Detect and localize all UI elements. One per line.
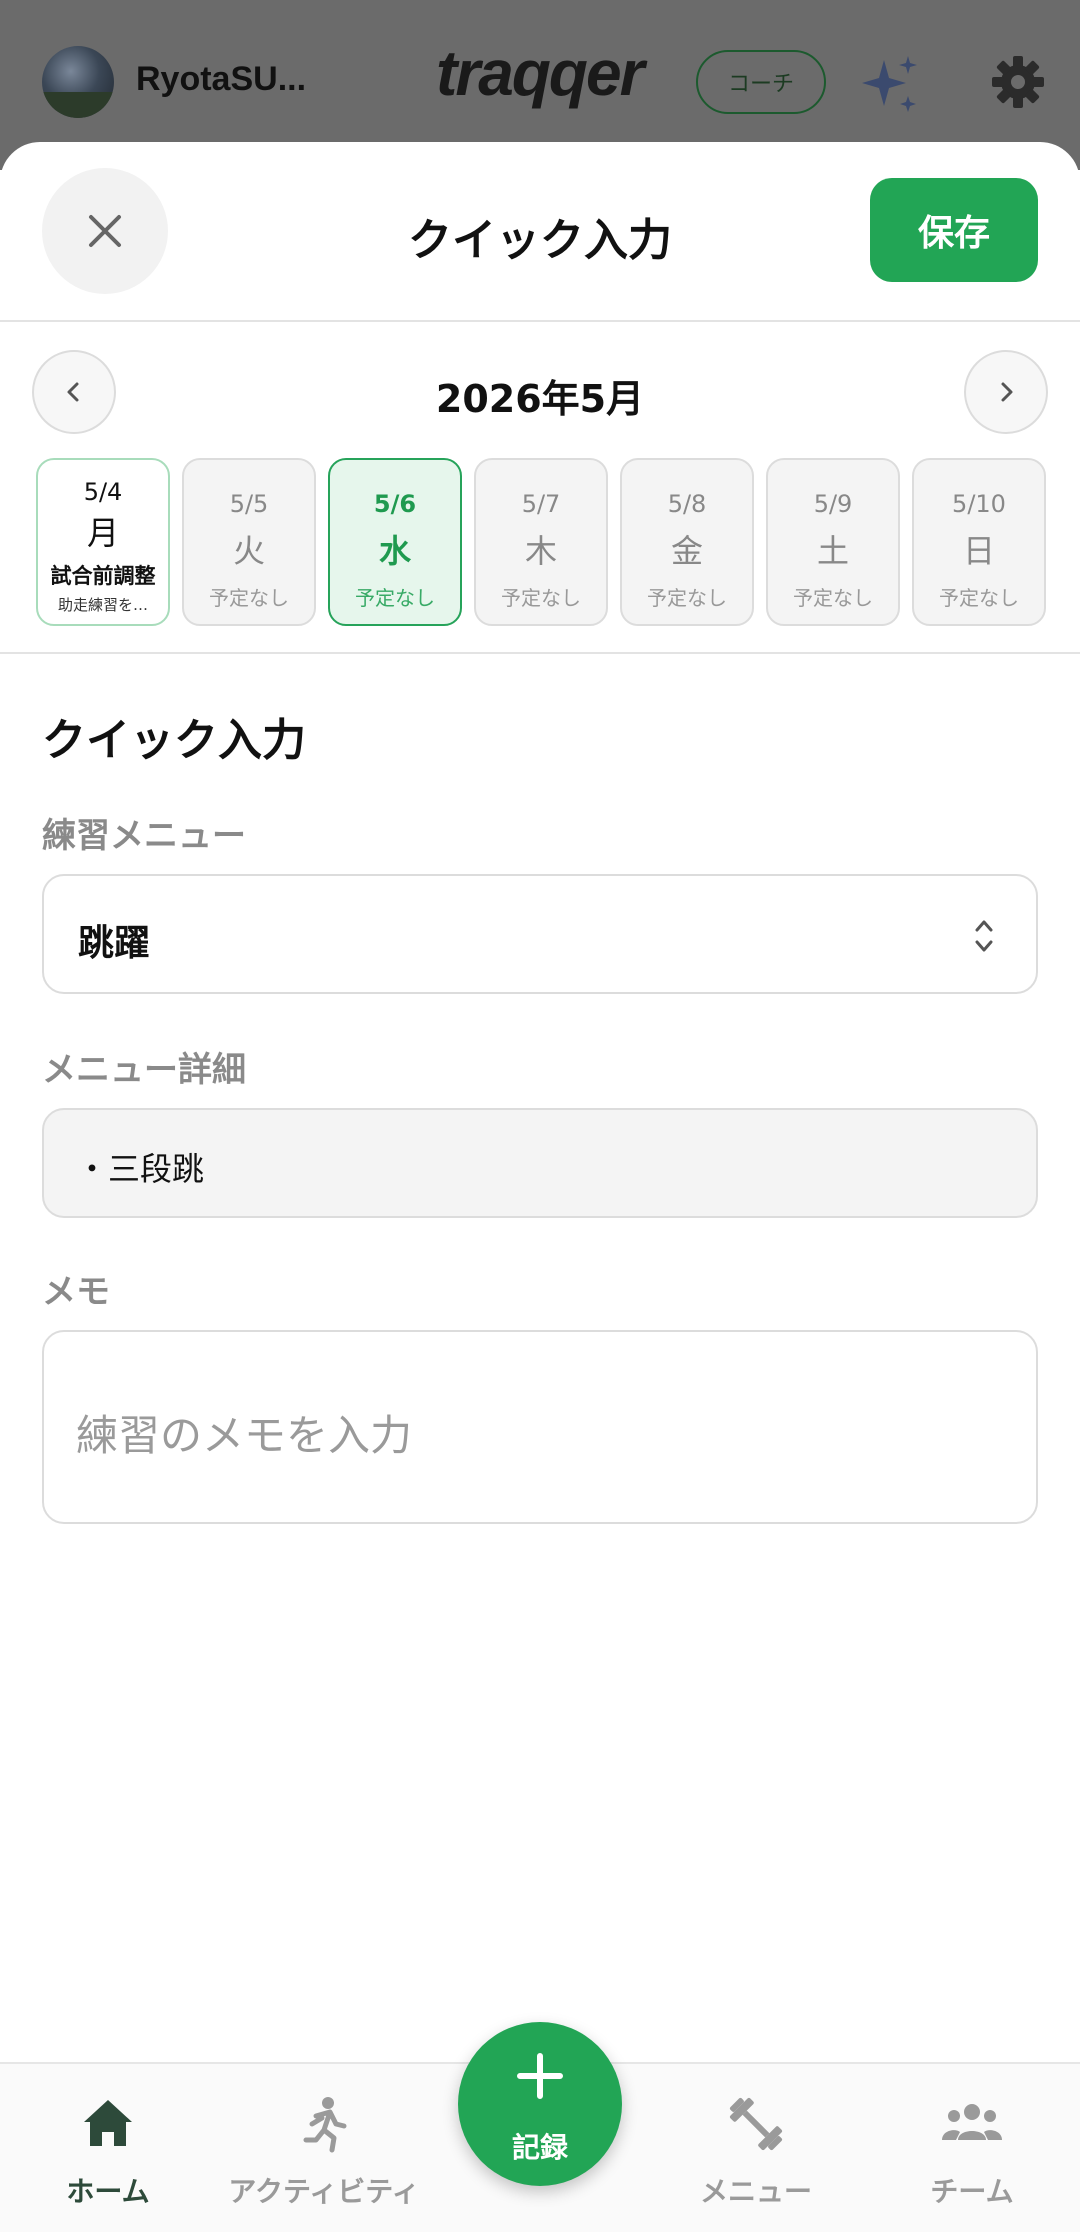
day-card[interactable]: 5/9 土 予定なし xyxy=(766,458,900,626)
nav-item-home[interactable]: ホーム xyxy=(0,2064,216,2232)
day-weekday: 月 xyxy=(86,514,119,552)
day-weekday: 木 xyxy=(524,532,557,570)
menu-select-value: 跳躍 xyxy=(78,923,151,964)
day-card-selected[interactable]: 5/6 水 予定なし xyxy=(328,458,462,626)
week-strip: 5/4 月 試合前調整 助走練習を… 5/5 火 予定なし 5/6 水 予定なし… xyxy=(36,458,1046,626)
day-weekday: 土 xyxy=(816,532,849,570)
day-status: 予定なし xyxy=(209,586,289,610)
day-card[interactable]: 5/7 木 予定なし xyxy=(474,458,608,626)
team-icon xyxy=(942,2104,1002,2140)
day-date: 5/6 xyxy=(373,490,417,518)
divider xyxy=(0,652,1080,654)
day-status: 予定なし xyxy=(501,586,581,610)
day-status: 予定なし xyxy=(793,586,873,610)
divider xyxy=(0,320,1080,322)
avatar[interactable] xyxy=(42,46,114,118)
username[interactable]: RyotaSU... xyxy=(136,60,306,99)
gear-icon[interactable] xyxy=(990,54,1046,110)
day-date: 5/4 xyxy=(83,478,123,506)
sparkle-icon[interactable] xyxy=(858,52,922,116)
day-weekday: 日 xyxy=(962,532,995,570)
day-card[interactable]: 5/10 日 予定なし xyxy=(912,458,1046,626)
day-card[interactable]: 5/5 火 予定なし xyxy=(182,458,316,626)
nav-label: アクティビティ xyxy=(228,2175,420,2208)
quick-entry-sheet: クイック入力 保存 2026年5月 5/4 月 試合前調整 助走練習を… 5/5… xyxy=(0,142,1080,2232)
day-weekday: 金 xyxy=(670,532,703,570)
coach-badge[interactable]: コーチ xyxy=(696,50,826,114)
fab-label: 記録 xyxy=(511,2131,568,2164)
record-fab-button[interactable]: 記録 xyxy=(458,2022,622,2186)
day-date: 5/5 xyxy=(229,490,269,518)
save-button[interactable]: 保存 xyxy=(870,178,1038,282)
day-status: 予定なし xyxy=(939,586,1019,610)
day-status: 予定なし xyxy=(355,586,435,610)
menu-detail-field[interactable]: ・三段跳 xyxy=(42,1108,1038,1218)
day-card[interactable]: 5/8 金 予定なし xyxy=(620,458,754,626)
memo-input[interactable] xyxy=(42,1330,1038,1524)
nav-label: メニュー xyxy=(699,2175,812,2208)
day-date: 5/8 xyxy=(667,490,707,518)
memo-label: メモ xyxy=(42,1272,110,1312)
day-event-detail: 助走練習を… xyxy=(57,596,148,614)
run-icon xyxy=(303,2097,347,2153)
month-label: 2026年5月 xyxy=(435,377,645,421)
menu-select[interactable]: 跳躍 xyxy=(42,874,1038,994)
day-status: 予定なし xyxy=(647,586,727,610)
section-title: クイック入力 xyxy=(42,715,306,766)
day-date: 5/9 xyxy=(813,490,853,518)
plus-icon xyxy=(517,2053,563,2099)
day-date: 5/7 xyxy=(521,490,561,518)
day-weekday: 火 xyxy=(232,532,265,570)
menu-detail-value: ・三段跳 xyxy=(76,1150,205,1188)
nav-label: チーム xyxy=(930,2175,1014,2208)
detail-label: メニュー詳細 xyxy=(42,1050,246,1090)
nav-label: ホーム xyxy=(66,2175,150,2208)
day-card[interactable]: 5/4 月 試合前調整 助走練習を… xyxy=(36,458,170,626)
next-week-button[interactable] xyxy=(964,350,1048,434)
chevron-right-icon xyxy=(1001,382,1013,402)
day-weekday: 水 xyxy=(378,532,411,570)
select-arrows-icon xyxy=(975,920,993,952)
day-date: 5/10 xyxy=(952,490,1006,518)
home-icon xyxy=(84,2100,132,2146)
nav-item-menu[interactable]: メニュー xyxy=(648,2064,864,2232)
dumbbell-icon xyxy=(729,2097,783,2151)
app-logo: traqqer xyxy=(436,37,644,109)
nav-item-team[interactable]: チーム xyxy=(864,2064,1080,2232)
nav-item-activity[interactable]: アクティビティ xyxy=(216,2064,432,2232)
menu-label: 練習メニュー xyxy=(42,816,246,856)
day-event-title: 試合前調整 xyxy=(50,564,156,588)
